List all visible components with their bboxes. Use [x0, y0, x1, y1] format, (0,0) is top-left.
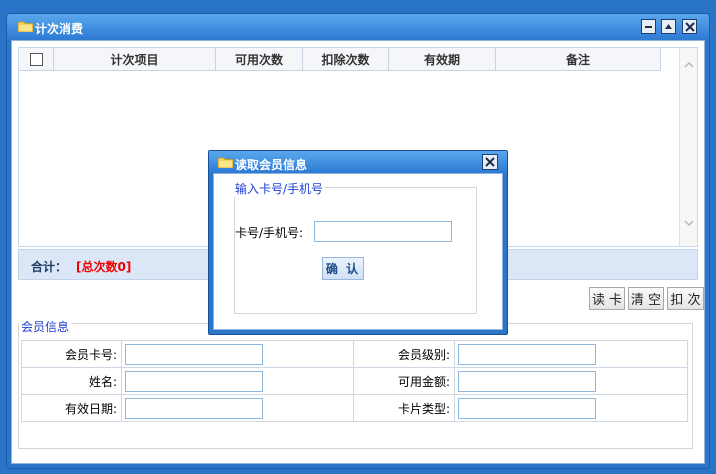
card-phone-input[interactable]	[314, 221, 452, 242]
scroll-down-icon[interactable]	[684, 218, 694, 228]
expiry-cell	[121, 394, 354, 422]
vertical-scrollbar[interactable]	[679, 48, 697, 246]
column-header[interactable]: 备注	[496, 48, 661, 71]
dialog-body: 输入卡号/手机号 卡号/手机号: 确 认	[213, 173, 503, 330]
card-type-field[interactable]	[458, 397, 596, 419]
card-input-group: 输入卡号/手机号 卡号/手机号: 确 认	[233, 180, 477, 314]
card-phone-label: 卡号/手机号:	[235, 226, 304, 240]
card-type-cell	[454, 394, 688, 422]
expiry-label: 有效日期:	[21, 394, 122, 422]
select-all-cell	[19, 48, 54, 71]
deduct-button[interactable]: 扣 次	[667, 287, 704, 310]
level-field[interactable]	[458, 343, 596, 365]
member-info-legend: 会员信息	[19, 318, 72, 335]
grid-header: 计次项目 可用次数 扣除次数 有效期 备注	[19, 48, 661, 71]
close-icon	[684, 21, 695, 32]
name-field[interactable]	[125, 370, 263, 392]
folder-icon	[18, 21, 33, 32]
title-bar[interactable]: 计次消费	[7, 14, 709, 40]
total-count: [总次数0]	[76, 260, 132, 274]
dialog-title-bar[interactable]: 读取会员信息	[209, 151, 507, 173]
dialog-close-button[interactable]	[482, 154, 498, 170]
expiry-field[interactable]	[125, 397, 263, 419]
maximize-button[interactable]	[661, 19, 676, 34]
balance-label: 可用金额:	[353, 367, 455, 395]
window-title: 计次消费	[35, 22, 84, 36]
clear-button[interactable]: 清 空	[628, 287, 664, 310]
folder-icon	[218, 157, 233, 168]
read-member-dialog: 读取会员信息 输入卡号/手机号 卡号/手机号: 确 认	[208, 150, 508, 335]
read-card-button[interactable]: 读 卡	[589, 287, 625, 310]
column-header[interactable]: 可用次数	[216, 48, 303, 71]
card-input-legend: 输入卡号/手机号	[233, 180, 326, 197]
column-header[interactable]: 有效期	[389, 48, 496, 71]
close-icon	[485, 157, 495, 167]
card-no-cell	[121, 340, 354, 368]
name-label: 姓名:	[21, 367, 122, 395]
card-no-field[interactable]	[125, 343, 263, 365]
dialog-title: 读取会员信息	[235, 158, 308, 172]
card-type-label: 卡片类型:	[353, 394, 455, 422]
level-cell	[454, 340, 688, 368]
name-cell	[121, 367, 354, 395]
level-label: 会员级别:	[353, 340, 455, 368]
balance-cell	[454, 367, 688, 395]
summary-label: 合计：	[31, 260, 68, 274]
close-button[interactable]	[682, 19, 697, 34]
select-all-checkbox[interactable]	[29, 53, 43, 66]
scroll-up-icon[interactable]	[684, 60, 694, 70]
chevron-up-icon	[665, 24, 672, 29]
minimize-icon	[645, 26, 652, 28]
balance-field[interactable]	[458, 370, 596, 392]
column-header[interactable]: 扣除次数	[303, 48, 389, 71]
member-info-group: 会员信息 会员卡号: 会员级别: 姓名: 可用金额: 有效日期: 卡片类型:	[18, 318, 693, 449]
column-header[interactable]: 计次项目	[54, 48, 216, 71]
minimize-button[interactable]	[641, 19, 656, 34]
member-info-table: 会员卡号: 会员级别: 姓名: 可用金额: 有效日期: 卡片类型:	[21, 340, 688, 422]
confirm-button[interactable]: 确 认	[322, 257, 364, 280]
card-no-label: 会员卡号:	[21, 340, 122, 368]
